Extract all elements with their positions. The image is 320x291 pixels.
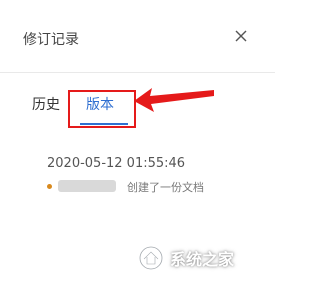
house-logo-icon [138, 245, 164, 271]
tab-bar: 历史 版本 [0, 84, 275, 134]
revision-panel: 修订记录 历史 版本 2020-05-12 01:55:46 创建了一份文档 系… [0, 0, 275, 291]
watermark: 系统之家 [138, 238, 272, 278]
header-divider [0, 72, 275, 73]
record-detail-row: 创建了一份文档 [0, 180, 275, 194]
record-item: 2020-05-12 01:55:46 创建了一份文档 [0, 150, 275, 210]
record-timestamp: 2020-05-12 01:55:46 [47, 156, 186, 171]
panel-title: 修订记录 [23, 32, 79, 48]
close-button[interactable] [232, 27, 250, 45]
status-dot [47, 184, 52, 189]
watermark-text: 系统之家 [170, 252, 235, 269]
tab-version[interactable]: 版本 [86, 94, 114, 114]
record-action-text: 创建了一份文档 [127, 181, 204, 194]
blurred-username [58, 180, 116, 192]
active-tab-underline [80, 123, 128, 125]
tab-history[interactable]: 历史 [32, 94, 60, 114]
panel-header: 修订记录 [0, 0, 275, 72]
close-icon [235, 30, 247, 42]
